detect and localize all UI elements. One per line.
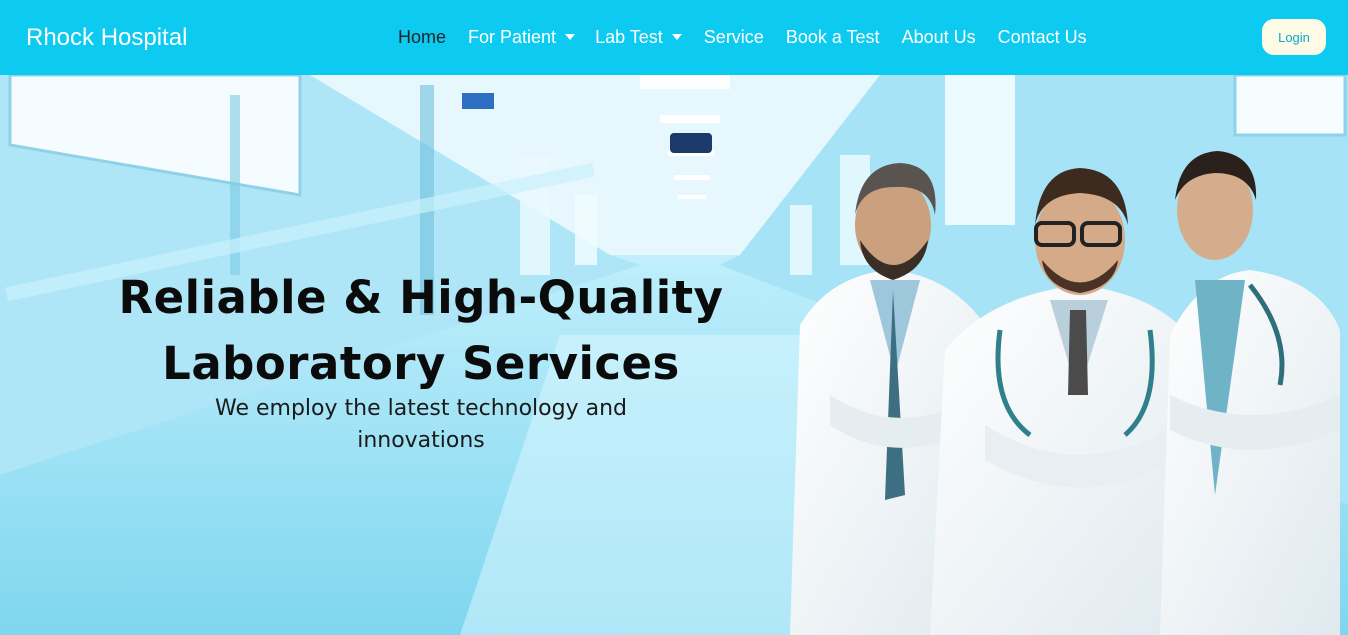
nav-home-label: Home <box>398 27 447 47</box>
hero-headline: Reliable & High-Quality Laboratory Servi… <box>0 265 842 397</box>
nav-about-us[interactable]: About Us <box>902 22 976 52</box>
hero-headline-line-1: Reliable & High-Quality <box>118 271 724 324</box>
hero-subtext-line-1: We employ the latest technology and <box>215 396 627 421</box>
nav-book-a-test-label: Book a Test <box>785 27 880 47</box>
nav-lab-test-label: Lab Test <box>595 27 663 47</box>
nav-for-patient-dropdown[interactable]: For Patient <box>468 22 576 52</box>
hero-subtext: We employ the latest technology and inno… <box>150 393 692 457</box>
brand-logo-text[interactable]: Rhock Hospital <box>26 21 187 55</box>
nav-lab-test-dropdown[interactable]: Lab Test <box>595 22 682 52</box>
nav-contact-us[interactable]: Contact Us <box>998 22 1087 52</box>
chevron-down-icon <box>565 34 576 40</box>
nav-book-a-test[interactable]: Book a Test <box>786 22 880 52</box>
hero-banner: Reliable & High-Quality Laboratory Servi… <box>0 75 1348 635</box>
nav-service[interactable]: Service <box>704 22 764 52</box>
login-button[interactable]: Login <box>1262 19 1326 55</box>
main-nav: Home For Patient Lab Test Service Book a… <box>398 22 1087 52</box>
nav-home[interactable]: Home <box>398 22 446 52</box>
nav-contact-us-label: Contact Us <box>997 27 1087 47</box>
nav-service-label: Service <box>703 27 764 47</box>
hero-subtext-line-2: innovations <box>357 428 485 453</box>
nav-about-us-label: About Us <box>901 27 976 47</box>
top-navbar: Rhock Hospital Home For Patient Lab Test… <box>0 0 1348 75</box>
chevron-down-icon <box>671 34 682 40</box>
hero-headline-line-2: Laboratory Services <box>162 337 680 390</box>
nav-for-patient-label: For Patient <box>468 27 557 47</box>
